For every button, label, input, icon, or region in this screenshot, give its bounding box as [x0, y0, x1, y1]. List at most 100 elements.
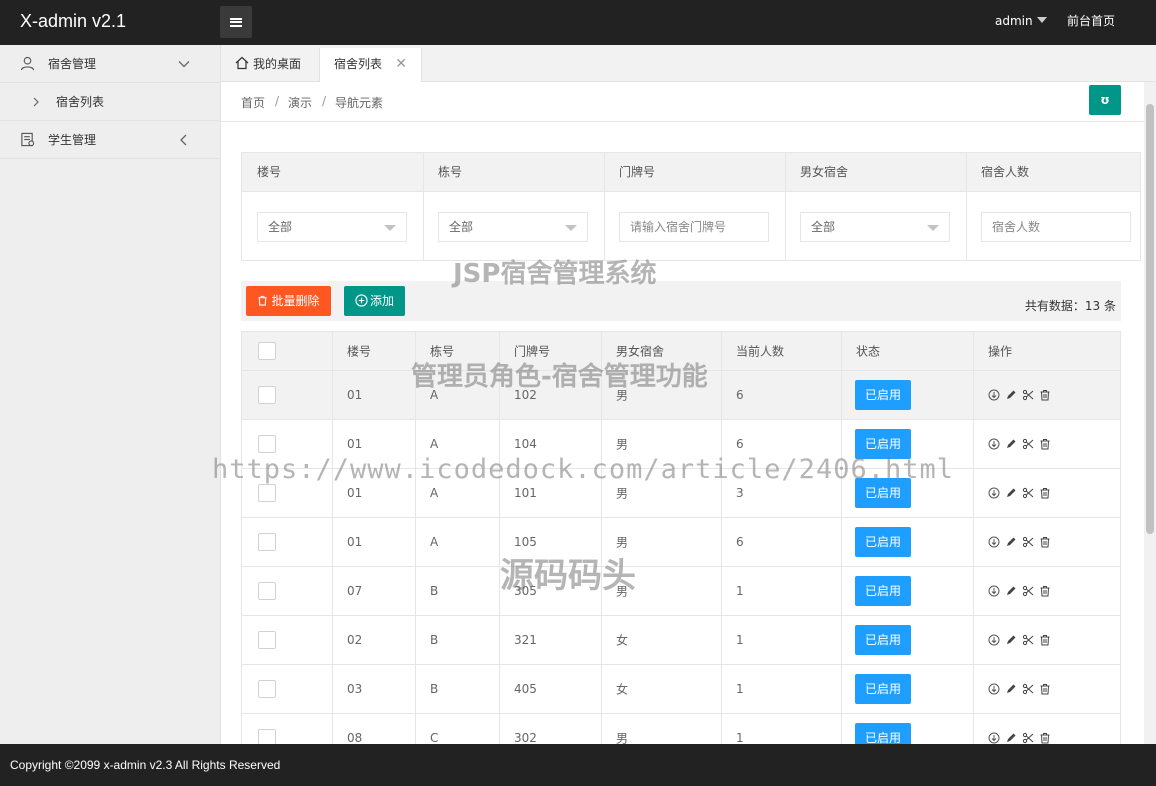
row-checkbox[interactable]: [258, 484, 276, 502]
button-label: 添加: [369, 294, 394, 308]
table-row[interactable]: 07 B 305 男 1 已启用: [242, 567, 1120, 616]
row-checkbox[interactable]: [258, 533, 276, 551]
add-circle-icon: [355, 294, 368, 307]
edit-icon[interactable]: [1005, 389, 1017, 401]
chevron-down-icon: [178, 61, 190, 68]
edit-icon[interactable]: [1005, 536, 1017, 548]
occupant-count-input[interactable]: 宿舍人数: [981, 212, 1131, 242]
download-icon[interactable]: [988, 585, 1000, 597]
user-icon: [20, 56, 35, 71]
cell-gender: 男: [601, 714, 721, 745]
refresh-button[interactable]: ʊ: [1089, 85, 1121, 115]
download-icon[interactable]: [988, 683, 1000, 695]
breadcrumb-home[interactable]: 首页: [241, 94, 265, 111]
cell-actions: [973, 665, 1120, 713]
table-row[interactable]: 02 B 321 女 1 已启用: [242, 616, 1120, 665]
door-number-input[interactable]: 请输入宿舍门牌号: [619, 212, 769, 242]
cell-text: A: [430, 437, 439, 451]
app-logo[interactable]: X-admin v2.1: [20, 0, 126, 45]
close-icon[interactable]: ✕: [395, 48, 407, 80]
table-row[interactable]: 03 B 405 女 1 已启用: [242, 665, 1120, 714]
edit-icon[interactable]: [1005, 634, 1017, 646]
menu-toggle-button[interactable]: [220, 6, 252, 38]
column-divider: [415, 332, 416, 744]
scissors-icon[interactable]: [1022, 487, 1034, 499]
select-all-checkbox[interactable]: [258, 342, 276, 360]
dropdown-arrow-icon: [565, 225, 577, 231]
trash-icon[interactable]: [1039, 634, 1051, 646]
batch-delete-button[interactable]: 批量删除: [246, 286, 331, 316]
cell-text: 321: [514, 633, 537, 647]
front-page-link[interactable]: 前台首页: [1067, 0, 1115, 43]
cell-count: 6: [721, 518, 841, 566]
download-icon[interactable]: [988, 389, 1000, 401]
row-checkbox-cell: [242, 616, 332, 664]
user-menu[interactable]: admin: [995, 0, 1047, 43]
edit-icon[interactable]: [1005, 487, 1017, 499]
row-checkbox[interactable]: [258, 582, 276, 600]
watermark-title: JSP宿舍管理系统: [453, 259, 657, 289]
trash-icon[interactable]: [1039, 438, 1051, 450]
status-button[interactable]: 已启用: [855, 625, 911, 655]
block-select[interactable]: 全部: [438, 212, 588, 242]
scissors-icon[interactable]: [1022, 536, 1034, 548]
cell-text: C: [430, 731, 439, 744]
cell-text: 6: [736, 388, 744, 402]
trash-icon[interactable]: [1039, 585, 1051, 597]
scissors-icon[interactable]: [1022, 634, 1034, 646]
trash-icon[interactable]: [1039, 536, 1051, 548]
trash-icon[interactable]: [1039, 487, 1051, 499]
row-checkbox[interactable]: [258, 386, 276, 404]
row-checkbox[interactable]: [258, 729, 276, 744]
status-button[interactable]: 已启用: [855, 380, 911, 410]
scissors-icon[interactable]: [1022, 389, 1034, 401]
building-select[interactable]: 全部: [257, 212, 407, 242]
scissors-icon[interactable]: [1022, 585, 1034, 597]
scissors-icon[interactable]: [1022, 438, 1034, 450]
trash-icon[interactable]: [1039, 732, 1051, 744]
vertical-scrollbar[interactable]: [1144, 82, 1156, 744]
download-icon[interactable]: [988, 536, 1000, 548]
row-checkbox[interactable]: [258, 631, 276, 649]
header-cell: 操作: [973, 332, 1120, 370]
download-icon[interactable]: [988, 732, 1000, 744]
column-header: 当前人数: [736, 344, 785, 359]
scrollbar-thumb[interactable]: [1146, 104, 1154, 534]
home-icon: [235, 56, 249, 70]
status-button[interactable]: 已启用: [855, 576, 911, 606]
status-button[interactable]: 已启用: [855, 527, 911, 557]
download-icon[interactable]: [988, 487, 1000, 499]
breadcrumb-separator: /: [322, 94, 327, 108]
filter-header-building: 楼号: [242, 153, 423, 192]
tab-dorm-list[interactable]: 宿舍列表 ✕: [319, 48, 422, 83]
breadcrumb-demo[interactable]: 演示: [288, 94, 312, 111]
table-row[interactable]: 08 C 302 男 1 已启用: [242, 714, 1120, 745]
cell-text: B: [430, 584, 439, 598]
tab-my-desktop[interactable]: 我的桌面: [221, 48, 319, 82]
row-checkbox[interactable]: [258, 680, 276, 698]
edit-icon[interactable]: [1005, 683, 1017, 695]
edit-icon[interactable]: [1005, 585, 1017, 597]
status-button[interactable]: 已启用: [855, 723, 911, 744]
edit-icon[interactable]: [1005, 732, 1017, 744]
trash-icon[interactable]: [1039, 683, 1051, 695]
add-button[interactable]: 添加: [344, 286, 405, 316]
scissors-icon[interactable]: [1022, 683, 1034, 695]
table-row[interactable]: 01 A 105 男 6 已启用: [242, 518, 1120, 567]
sidebar-item-dorm-management[interactable]: 宿舍管理: [0, 45, 220, 83]
status-button[interactable]: 已启用: [855, 674, 911, 704]
download-icon[interactable]: [988, 438, 1000, 450]
breadcrumb: 首页 / 演示 / 导航元素 ʊ: [221, 82, 1144, 122]
filter-cell: 宿舍人数: [966, 192, 1140, 261]
cell-text: 105: [514, 535, 537, 549]
scissors-icon[interactable]: [1022, 732, 1034, 744]
gender-select[interactable]: 全部: [800, 212, 950, 242]
trash-icon[interactable]: [1039, 389, 1051, 401]
edit-icon[interactable]: [1005, 438, 1017, 450]
sidebar-item-student-management[interactable]: 学生管理: [0, 121, 220, 159]
sidebar-item-dorm-list[interactable]: 宿舍列表: [0, 83, 220, 121]
row-checkbox[interactable]: [258, 435, 276, 453]
download-icon[interactable]: [988, 634, 1000, 646]
caret-down-icon: [1036, 17, 1047, 23]
cell-actions: [973, 518, 1120, 566]
